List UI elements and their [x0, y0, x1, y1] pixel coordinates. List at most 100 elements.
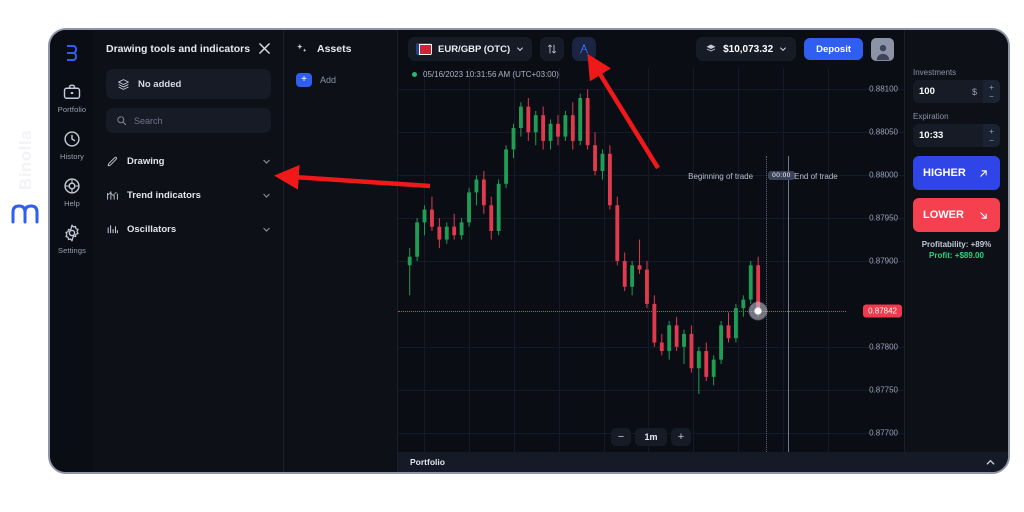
expiration-input[interactable]: 10:33: [913, 124, 983, 147]
expiration-field[interactable]: 10:33 + −: [913, 124, 1000, 147]
nav-rail: Portfolio History Help: [50, 30, 94, 472]
deposit-button[interactable]: Deposit: [804, 38, 863, 60]
beginning-of-trade-label: Beginning of trade: [688, 172, 753, 181]
stepper-up[interactable]: +: [989, 127, 994, 136]
price-axis-label: 0.87950: [869, 214, 898, 223]
group-oscillators[interactable]: Oscillators: [106, 217, 271, 242]
currency-symbol: $: [972, 87, 977, 97]
investments-stepper[interactable]: + −: [983, 80, 1000, 103]
sort-button[interactable]: [540, 37, 564, 61]
brand-watermark: Binolla: [6, 150, 46, 224]
brand-logo-icon: [11, 204, 41, 224]
chart-area: EUR/GBP (OTC): [398, 30, 904, 472]
profit-text: Profit: +$89.00: [913, 251, 1000, 260]
search-placeholder: Search: [134, 116, 163, 126]
timeframe-value[interactable]: 1m: [635, 428, 667, 446]
chevron-down-icon: [262, 191, 271, 200]
lower-button[interactable]: LOWER: [913, 198, 1000, 232]
sidebar-item-label: Help: [64, 199, 80, 208]
sidebar-item-label: History: [60, 152, 84, 161]
avatar[interactable]: [871, 38, 894, 61]
expiration-stepper[interactable]: + −: [983, 124, 1000, 147]
expiration-value: 10:33: [919, 130, 943, 141]
plus-icon: +: [296, 73, 312, 87]
no-added-label: No added: [138, 79, 181, 90]
price-axis-label: 0.87700: [869, 428, 898, 437]
group-trend-indicators[interactable]: Trend indicators: [106, 183, 271, 208]
no-added-row[interactable]: No added: [106, 69, 271, 99]
portfolio-label: Portfolio: [410, 457, 445, 467]
profitability-text: Profitability: +89%: [913, 240, 1000, 249]
trade-entry-marker[interactable]: [748, 301, 768, 321]
group-label: Trend indicators: [127, 190, 254, 201]
drawing-tools-panel: Drawing tools and indicators No added Se…: [94, 30, 284, 472]
close-icon[interactable]: [258, 42, 271, 55]
drawing-tools-icon: [578, 43, 590, 55]
investments-input[interactable]: 100 $: [913, 80, 983, 103]
brand-name: Binolla: [16, 130, 36, 190]
timeframe-increase-button[interactable]: +: [671, 428, 691, 446]
add-asset-button[interactable]: + Add: [296, 73, 387, 87]
sort-icon: [546, 43, 558, 55]
chevron-down-icon: [262, 157, 271, 166]
chevron-up-icon[interactable]: [985, 457, 996, 468]
eur-gbp-flag-icon: [416, 43, 432, 55]
price-axis-label: 0.87750: [869, 385, 898, 394]
price-axis-label: 0.87800: [869, 342, 898, 351]
arrow-down-right-icon: [977, 209, 990, 222]
sidebar-item-label: Settings: [58, 246, 86, 255]
trend-icon: [106, 189, 119, 202]
asset-name: EUR/GBP (OTC): [438, 44, 510, 55]
end-of-trade-label: End of trade: [794, 172, 838, 181]
layers-icon: [117, 78, 130, 91]
expiration-label: Expiration: [913, 112, 1000, 121]
higher-button[interactable]: HIGHER: [913, 156, 1000, 190]
price-axis-label: 0.88100: [869, 85, 898, 94]
status-dot-icon: [412, 72, 417, 77]
balance-selector[interactable]: $10,073.32: [696, 37, 796, 61]
lifebuoy-icon: [62, 176, 82, 196]
timeframe-decrease-button[interactable]: −: [611, 428, 631, 446]
panel-title: Assets: [317, 43, 351, 55]
drawing-tools-button[interactable]: [572, 37, 596, 61]
chevron-down-icon: [779, 45, 787, 53]
stepper-down[interactable]: −: [989, 92, 994, 101]
asset-selector[interactable]: EUR/GBP (OTC): [408, 37, 532, 61]
screenshot-root: Binolla Portfolio: [0, 0, 1024, 512]
sidebar-item-history[interactable]: History: [50, 129, 94, 161]
chevron-down-icon: [262, 225, 271, 234]
group-drawing[interactable]: Drawing: [106, 149, 271, 174]
price-axis-label: 0.88050: [869, 128, 898, 137]
investments-label: Investments: [913, 68, 1000, 77]
assets-header: Assets: [296, 42, 387, 55]
lower-label: LOWER: [923, 209, 964, 221]
bars-icon: [106, 223, 119, 236]
add-label: Add: [320, 75, 336, 85]
gear-icon: [62, 223, 82, 243]
stepper-up[interactable]: +: [989, 83, 994, 92]
stepper-down[interactable]: −: [989, 136, 994, 145]
portfolio-bar[interactable]: Portfolio: [398, 452, 1008, 472]
group-label: Oscillators: [127, 224, 254, 235]
trade-panel: Investments 100 $ + − Expiration 10:33 +: [904, 30, 1008, 472]
assets-panel: Assets + Add: [284, 30, 398, 472]
sidebar-item-portfolio[interactable]: Portfolio: [50, 82, 94, 114]
app-logo-icon[interactable]: [59, 40, 85, 66]
timestamp-text: 05/16/2023 10:31:56 AM (UTC+03:00): [423, 70, 559, 79]
investments-field[interactable]: 100 $ + −: [913, 80, 1000, 103]
search-input[interactable]: Search: [106, 108, 271, 133]
candle-series: [398, 68, 904, 454]
higher-label: HIGHER: [923, 167, 966, 179]
sidebar-item-settings[interactable]: Settings: [50, 223, 94, 255]
pencil-icon: [106, 155, 119, 168]
balance-amount: $10,073.32: [723, 44, 773, 55]
briefcase-icon: [62, 82, 82, 102]
group-label: Drawing: [127, 156, 254, 167]
arrow-up-right-icon: [977, 167, 990, 180]
search-icon: [116, 115, 127, 126]
candlestick-plot[interactable]: Beginning of trade 00:00 End of trade − …: [398, 68, 904, 454]
account-icon: [705, 43, 717, 55]
panel-title: Drawing tools and indicators: [106, 43, 250, 55]
current-price-line: [398, 311, 846, 312]
sidebar-item-help[interactable]: Help: [50, 176, 94, 208]
